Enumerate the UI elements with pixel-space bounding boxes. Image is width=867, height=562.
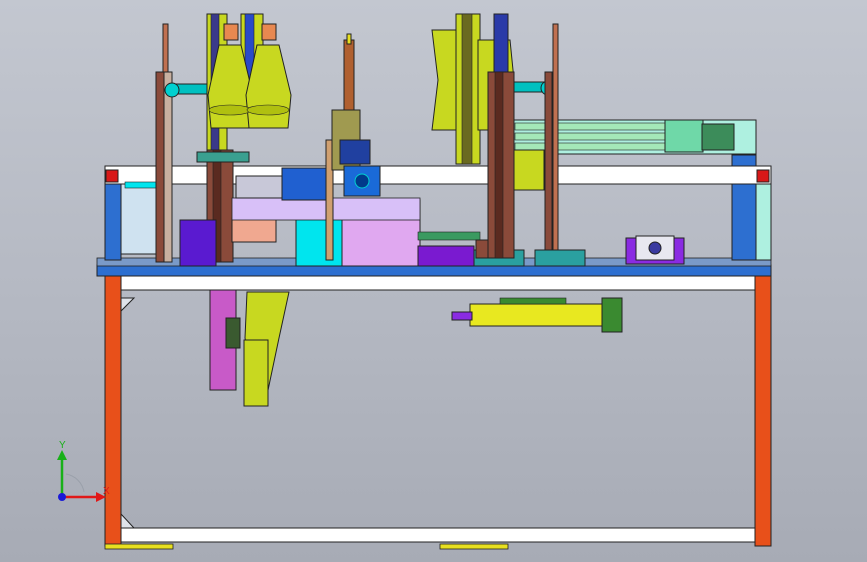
gusset-bottom-left	[120, 512, 136, 529]
blue-bracket	[339, 139, 371, 165]
lower-frame	[104, 275, 772, 550]
cylinder-rod	[451, 311, 473, 321]
cylinder-stripe	[499, 297, 567, 305]
right-stand-base	[534, 249, 586, 267]
purple-rail	[417, 245, 475, 267]
suction-cone-1-rim	[208, 104, 252, 116]
module-rail-3	[514, 142, 666, 151]
module-rail-2	[514, 132, 666, 141]
pink-block	[231, 217, 277, 243]
module-end-block	[664, 119, 704, 153]
left-column-a	[155, 71, 165, 263]
green-guide	[417, 231, 481, 241]
cone-cap-2	[261, 23, 277, 41]
fixture-hole	[648, 241, 662, 255]
gray-slide	[235, 175, 283, 199]
top-spindle-tip	[346, 33, 352, 45]
triad-arc	[65, 473, 85, 493]
cyan-block	[295, 217, 343, 267]
cylinder-endcap	[601, 297, 623, 333]
frame-bottom-rail	[120, 527, 756, 543]
right-stack-1-inner	[461, 13, 473, 165]
blue-motor	[281, 167, 327, 201]
frame-left-leg	[104, 275, 122, 547]
coordinate-triad[interactable]: Y X	[57, 440, 110, 502]
cad-viewport[interactable]: Y X	[0, 0, 867, 562]
camera-lens	[354, 173, 370, 189]
frame-right-leg	[754, 275, 772, 547]
cylinder-body	[469, 303, 606, 327]
suction-cone-2-rim	[246, 104, 290, 116]
top-spindle	[343, 39, 355, 111]
left-pulley	[164, 82, 180, 98]
module-motor	[701, 123, 735, 151]
foot-pad-left	[104, 543, 174, 550]
machine-assembly-drawing: Y X	[57, 13, 772, 550]
upper-side-plate	[120, 183, 157, 255]
foot-pad-right	[439, 543, 509, 550]
x-axis-label: X	[103, 486, 110, 497]
right-tall-rod	[552, 23, 559, 255]
module-bracket	[509, 149, 545, 191]
lower-hanging-dark	[225, 317, 241, 349]
y-axis-label: Y	[59, 440, 66, 451]
lower-cylinder	[451, 297, 623, 333]
right-fixture	[625, 235, 685, 265]
upper-top-beam	[104, 165, 772, 185]
left-column-b	[163, 71, 173, 263]
corner-cap-right	[756, 169, 770, 183]
left-plate-teal	[196, 151, 250, 163]
z-axis-dot	[58, 493, 66, 501]
y-axis-arrow	[57, 450, 67, 460]
cone-cap-1	[223, 23, 239, 41]
frame-top-rail	[120, 275, 756, 291]
purple-block	[179, 219, 217, 267]
lower-cone-base	[243, 339, 269, 407]
right-cone-1	[431, 29, 459, 131]
corner-cap-left	[105, 169, 119, 183]
right-column-inner	[494, 71, 504, 259]
module-rail-1	[514, 122, 666, 131]
right-tall-rod-2	[544, 71, 553, 259]
plate-blue-strip	[96, 264, 772, 277]
gusset-top-left	[120, 297, 136, 313]
